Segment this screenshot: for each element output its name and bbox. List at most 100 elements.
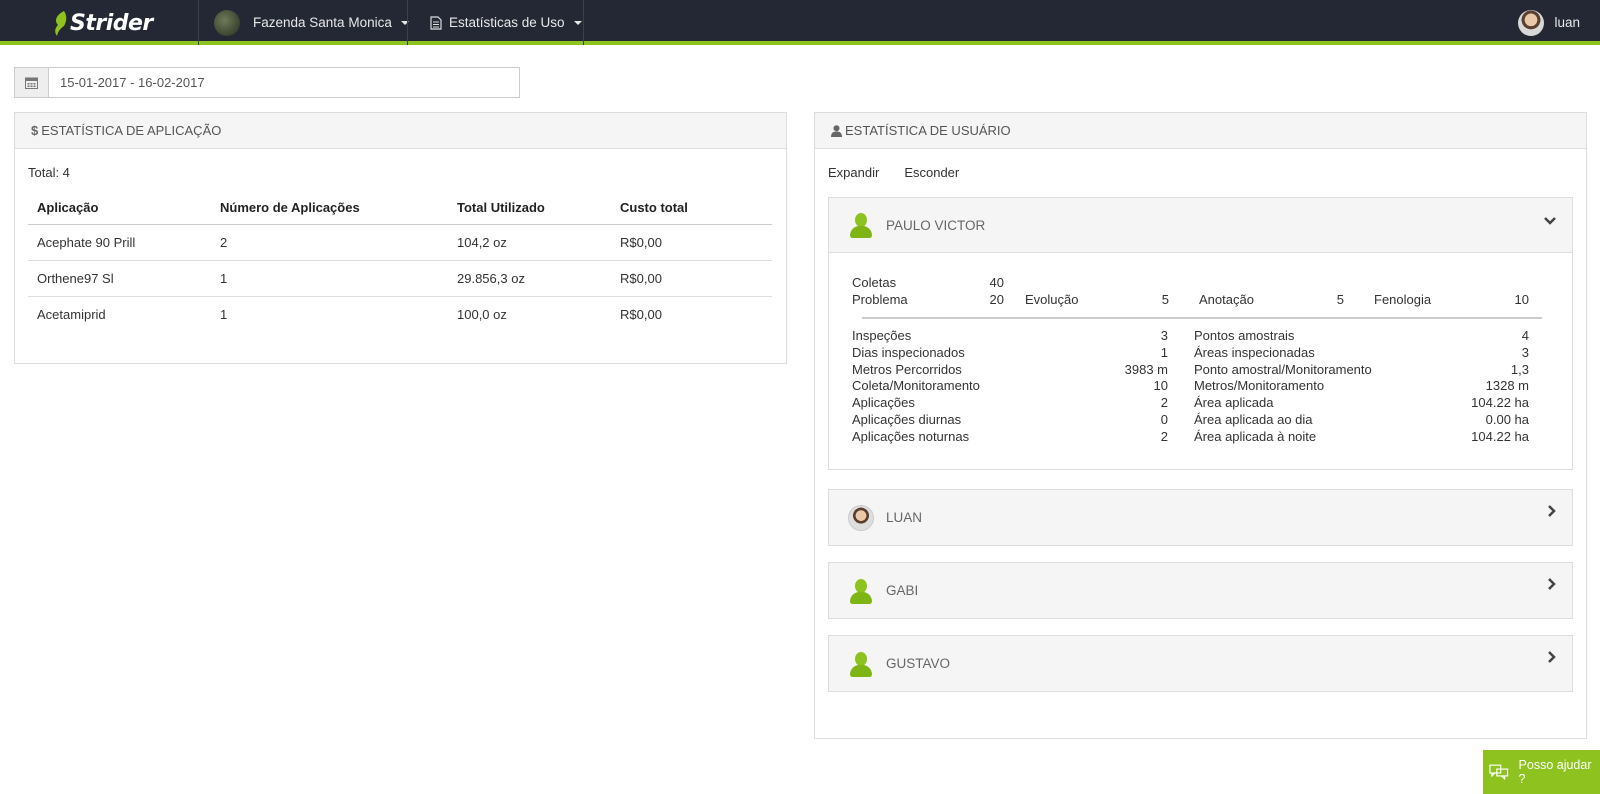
stat-value: 104.22 ha xyxy=(1471,428,1529,444)
total-count: Total: 4 xyxy=(28,165,70,180)
stat-label: Áreas inspecionadas xyxy=(1194,344,1315,360)
table-cell: 100,0 oz xyxy=(457,306,507,322)
table-cell: Orthene97 Sl xyxy=(28,260,211,297)
stat-label: Anotação xyxy=(1199,292,1254,307)
stat-label: Fenologia xyxy=(1374,292,1432,307)
stat-value: 10 xyxy=(1514,292,1529,307)
user-name: GUSTAVO xyxy=(886,656,951,671)
date-range-input[interactable] xyxy=(49,68,519,97)
stat-label: Aplicações xyxy=(852,395,915,411)
user-name: PAULO VICTOR xyxy=(886,217,986,233)
caret-down-icon xyxy=(573,20,582,25)
stat-value: 5 xyxy=(1161,292,1169,307)
chat-icon xyxy=(1489,764,1509,780)
brand-name: Strider xyxy=(70,10,153,36)
column-header: Custo total xyxy=(611,191,772,225)
stat-value: 5 xyxy=(1336,292,1344,307)
default-user-icon xyxy=(848,212,874,238)
table-cell: 1 xyxy=(211,260,448,297)
table-cell: 104,2 oz xyxy=(448,224,611,261)
user-accordion-item: LUAN xyxy=(828,489,1573,546)
chevron-right-icon xyxy=(1548,577,1556,593)
user-name: luan xyxy=(1554,15,1580,30)
calendar-icon[interactable] xyxy=(15,68,49,97)
user-accordion-item: PAULO VICTOR Coletas 40 Problema 20 Evol… xyxy=(828,197,1573,470)
document-icon xyxy=(430,15,442,30)
accordion-controls: Expandir Esconder xyxy=(828,165,959,180)
collapse-all-link[interactable]: Esconder xyxy=(904,165,959,180)
user-icon xyxy=(831,124,842,137)
user-accordion-header[interactable]: GUSTAVO xyxy=(829,636,1572,691)
stat-value: 40 xyxy=(989,275,1004,290)
table-row: Acephate 90 Prill 2 104,2 oz R$0,00 xyxy=(28,224,772,261)
panel-heading: $ ESTATÍSTICA DE APLICAÇÃO xyxy=(15,113,786,149)
column-header: Número de Aplicações xyxy=(211,191,448,225)
user-accordion-header[interactable]: PAULO VICTOR xyxy=(829,198,1572,253)
user-stats-body: Coletas 40 Problema 20 Evolução 5 Anotaç… xyxy=(829,253,1572,469)
table-cell: R$0,00 xyxy=(611,224,772,261)
stat-value: 3983 m xyxy=(1124,361,1168,377)
table-row: Orthene97 Sl 1 29.856,3 oz R$0,00 xyxy=(28,260,772,297)
user-menu[interactable]: luan xyxy=(1518,0,1580,45)
stat-label: Problema xyxy=(852,292,908,307)
page-dropdown[interactable]: Estatísticas de Uso xyxy=(430,0,582,45)
table-cell: R$0,00 xyxy=(611,260,772,297)
table-cell: R$0,00 xyxy=(620,306,662,322)
stat-value: 20 xyxy=(989,292,1004,307)
divider xyxy=(862,317,1542,319)
stat-label: Ponto amostral/Monitoramento xyxy=(1194,361,1372,377)
farm-name: Fazenda Santa Monica xyxy=(253,15,392,30)
stat-value: 1328 m xyxy=(1485,378,1529,394)
applications-table: Aplicação Número de Aplicações Total Uti… xyxy=(28,191,772,332)
stat-label: Área aplicada ao dia xyxy=(1194,412,1313,427)
user-photo xyxy=(848,504,874,531)
stat-label: Evolução xyxy=(1025,292,1079,307)
chevron-right-icon xyxy=(1548,650,1556,666)
chevron-right-icon xyxy=(1548,504,1556,520)
user-accordion-header[interactable]: LUAN xyxy=(829,490,1572,545)
expand-all-link[interactable]: Expandir xyxy=(828,165,879,180)
stat-value: 1,3 xyxy=(1510,361,1529,377)
user-name: GABI xyxy=(886,583,919,598)
stat-value: 4 xyxy=(1521,328,1529,343)
user-accordion-item: GUSTAVO xyxy=(828,635,1573,692)
table-cell: 29.856,3 oz xyxy=(448,260,611,297)
stat-value: 104.22 ha xyxy=(1471,395,1529,411)
stat-label: Metros Percorridos xyxy=(852,361,962,377)
stat-label: Inspeções xyxy=(852,328,912,343)
stat-value: 2 xyxy=(1160,395,1168,411)
column-header: Total Utilizado xyxy=(448,191,611,225)
help-chat-button[interactable]: Posso ajudar ? xyxy=(1483,750,1600,794)
table-cell: Acephate 90 Prill xyxy=(28,224,211,261)
stat-value: 10 xyxy=(1153,378,1168,394)
user-avatar xyxy=(1518,9,1545,36)
user-name: LUAN xyxy=(886,510,923,525)
date-range-picker xyxy=(14,67,520,98)
stat-label: Metros/Monitoramento xyxy=(1194,378,1325,394)
user-accordion-item: GABI xyxy=(828,562,1573,619)
nav-divider xyxy=(583,0,584,45)
stat-value: 1 xyxy=(1160,344,1168,360)
stat-value: 2 xyxy=(1160,428,1168,444)
dollar-icon: $ xyxy=(31,123,39,138)
leaf-icon xyxy=(55,11,67,36)
table-header-row: Aplicação Número de Aplicações Total Uti… xyxy=(28,191,772,225)
strider-logo[interactable]: Strider xyxy=(52,8,153,38)
page-name: Estatísticas de Uso xyxy=(449,15,565,30)
stat-label: Aplicações noturnas xyxy=(852,428,970,444)
user-stats-panel: ESTATÍSTICA DE USUÁRIO Expandir Esconder… xyxy=(814,112,1587,739)
stat-label: Coletas xyxy=(852,275,897,290)
top-navbar: Strider Fazenda Santa Monica Estatística… xyxy=(0,0,1600,45)
stat-label: Coleta/Monitoramento xyxy=(852,378,980,394)
table-row: Acetamiprid 1 100,0 oz R$0,00 xyxy=(28,296,772,332)
chevron-down-icon xyxy=(1544,212,1556,228)
application-stats-panel: $ ESTATÍSTICA DE APLICAÇÃO Total: 4 Apli… xyxy=(14,112,787,364)
farm-dropdown[interactable]: Fazenda Santa Monica xyxy=(214,0,409,45)
user-accordion-header[interactable]: GABI xyxy=(829,563,1572,618)
stat-value: 0 xyxy=(1160,412,1168,427)
stat-label: Pontos amostrais xyxy=(1194,328,1295,343)
column-header: Aplicação xyxy=(28,191,211,225)
default-user-icon xyxy=(848,578,874,604)
table-cell: Acetamiprid xyxy=(37,306,106,322)
nav-divider xyxy=(198,0,199,45)
